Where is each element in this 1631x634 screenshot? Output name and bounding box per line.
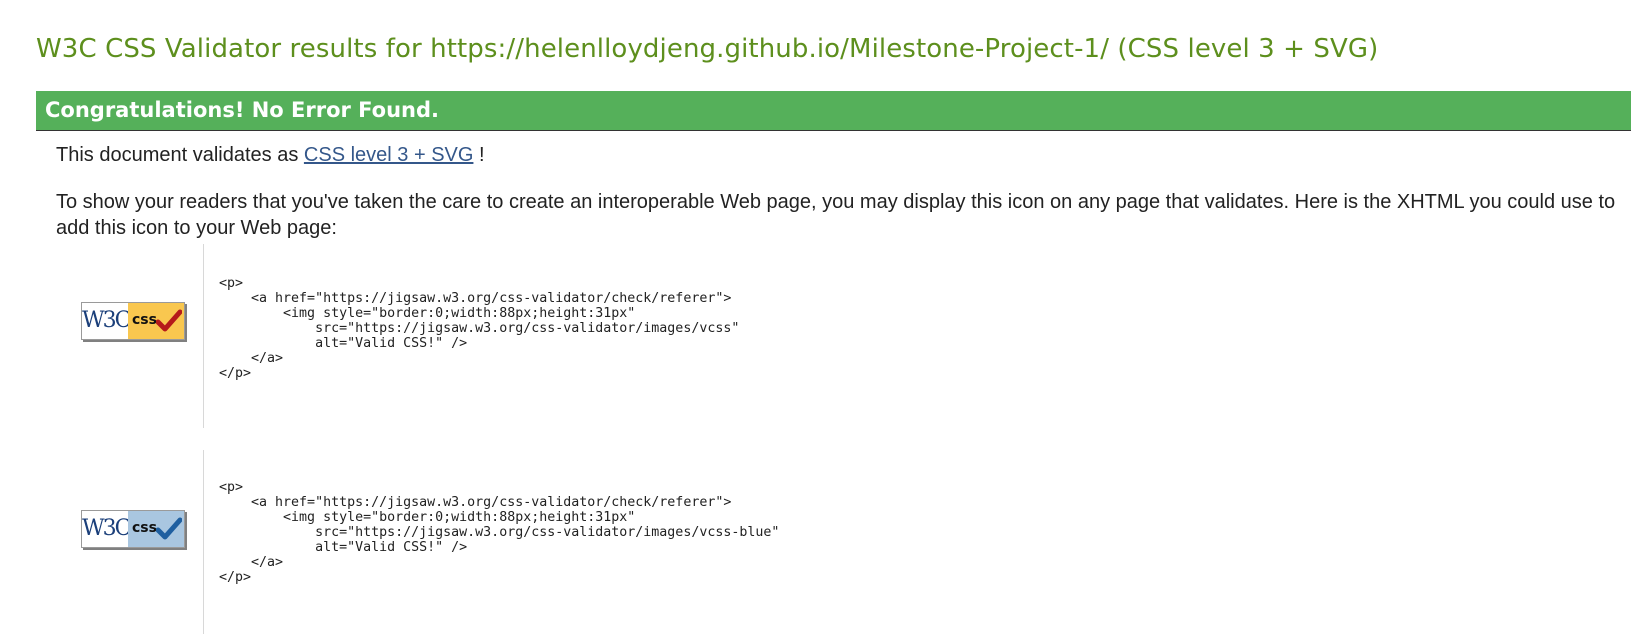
badge-css-text: css [132,520,157,536]
validation-status-suffix: ! [479,144,485,166]
badge-section-gold: W3C css <p> <a href="https://jigsaw.w3.o… [0,244,1631,428]
validation-status-prefix: This document validates as [56,144,299,166]
page-title: W3C CSS Validator results for https://he… [36,34,1379,64]
success-banner: Congratulations! No Error Found. [36,91,1631,131]
badge-panel-gold: css [128,303,184,339]
validation-status: This document validates as CSS level 3 +… [56,144,485,167]
w3c-logo-text: W3C [82,303,131,339]
badge-section-blue: W3C css <p> <a href="https://jigsaw.w3.o… [0,450,1631,634]
badge-code-snippet[interactable]: <p> <a href="https://jigsaw.w3.org/css-v… [219,276,739,381]
badge-divider [203,450,204,634]
css-profile-link[interactable]: CSS level 3 + SVG [304,144,474,166]
badge-code-snippet[interactable]: <p> <a href="https://jigsaw.w3.org/css-v… [219,480,779,585]
badge-divider [203,244,204,428]
icon-info-paragraph: To show your readers that you've taken t… [56,191,1616,239]
success-banner-text: Congratulations! No Error Found. [45,98,440,122]
w3c-logo-text: W3C [82,511,131,547]
check-mark-icon [156,517,182,540]
check-mark-icon [156,309,182,332]
w3c-css-gold-badge-icon: W3C css [81,302,185,340]
w3c-css-blue-badge-icon: W3C css [81,510,185,548]
badge-css-text: css [132,312,157,328]
badge-panel-blue: css [128,511,184,547]
